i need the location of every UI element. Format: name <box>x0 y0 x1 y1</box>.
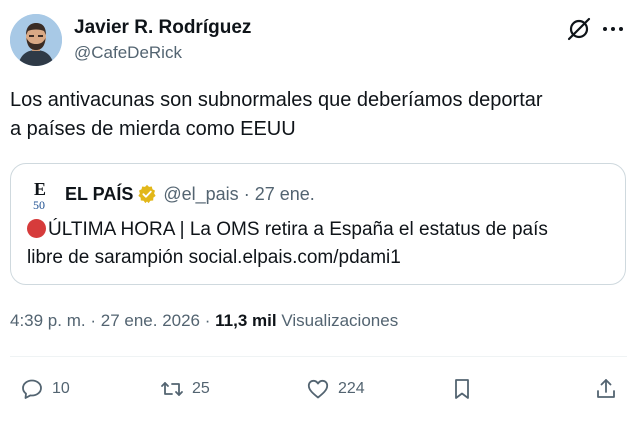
quoted-text: ÚLTIMA HORA | La OMS retira a España el … <box>27 216 612 272</box>
quoted-author-handle: @el_pais <box>163 184 239 204</box>
like-icon <box>307 379 329 399</box>
red-circle-emoji <box>27 219 46 238</box>
el-pais-logo: E 50 <box>33 179 55 212</box>
svg-text:E: E <box>34 180 46 199</box>
quoted-author-name: EL PAÍS <box>65 184 134 204</box>
tweet-text: Los antivacunas son subnormales que debe… <box>10 86 625 144</box>
reply-button[interactable]: 10 <box>20 372 70 406</box>
quoted-text-line: ÚLTIMA HORA | La OMS retira a España el … <box>27 216 612 244</box>
like-button[interactable]: 224 <box>306 372 365 406</box>
avatar[interactable] <box>10 14 62 66</box>
views-count: 11,3 mil <box>215 311 277 330</box>
share-button[interactable] <box>594 372 618 406</box>
quoted-header: EL PAÍS @el_pais · 27 ene. <box>65 182 315 206</box>
quoted-separator: · <box>243 184 250 204</box>
reply-icon <box>22 379 42 399</box>
retweet-count: 25 <box>192 380 210 397</box>
bookmark-icon <box>455 379 469 399</box>
author-block: Javier R. Rodríguez @CafeDeRick <box>74 16 251 65</box>
retweet-icon <box>161 382 183 396</box>
tweet-text-line: Los antivacunas son subnormales que debe… <box>10 89 543 111</box>
author-display-name[interactable]: Javier R. Rodríguez <box>74 16 251 40</box>
verified-badge-icon <box>138 184 156 204</box>
author-handle[interactable]: @CafeDeRick <box>74 41 251 65</box>
grok-icon[interactable] <box>566 16 592 42</box>
tweet-meta: 4:39 p. m. · 27 ene. 2026 · 11,3 mil Vis… <box>10 309 398 333</box>
views-label: Visualizaciones <box>281 311 399 330</box>
more-icon[interactable] <box>600 16 626 42</box>
svg-text:50: 50 <box>33 198 45 210</box>
quoted-tweet[interactable]: E 50 EL PAÍS @el_pais · 27 ene. ÚLTIMA H… <box>10 163 626 285</box>
reply-count: 10 <box>52 380 70 397</box>
tweet-text-line: a países de mierda como EEUU <box>10 118 296 140</box>
like-count: 224 <box>338 380 365 397</box>
retweet-button[interactable]: 25 <box>160 372 210 406</box>
quoted-text-line2: libre de sarampión social.elpais.com/pda… <box>27 247 401 268</box>
quoted-time: 27 ene. <box>254 184 315 204</box>
tweet-header: Javier R. Rodríguez @CafeDeRick <box>10 14 630 66</box>
divider <box>10 356 627 357</box>
meta-separator: · <box>204 311 211 330</box>
tweet-time[interactable]: 4:39 p. m. <box>10 311 86 330</box>
bookmark-button[interactable] <box>450 372 474 406</box>
action-bar: 10 25 224 <box>0 372 637 406</box>
tweet-date[interactable]: 27 ene. 2026 <box>101 311 200 330</box>
meta-separator: · <box>90 311 97 330</box>
quoted-text-line1: ÚLTIMA HORA | La OMS retira a España el … <box>48 219 548 240</box>
avatar-illustration <box>10 14 62 66</box>
share-icon <box>597 379 615 398</box>
